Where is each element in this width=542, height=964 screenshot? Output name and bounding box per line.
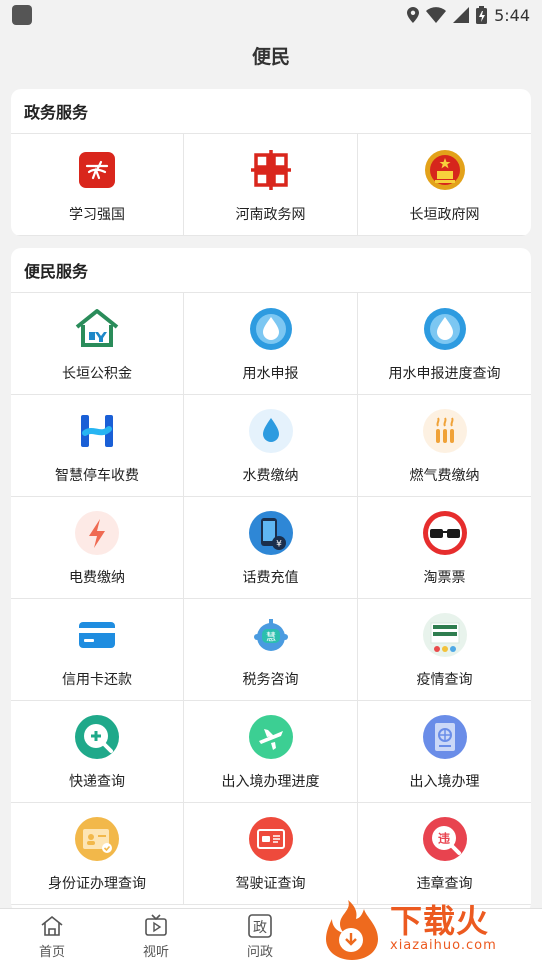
home-icon bbox=[41, 915, 63, 936]
service-label: 长垣公积金 bbox=[62, 365, 132, 382]
service-label: 税务咨询 bbox=[242, 671, 299, 688]
service-label: 出入境办理进度 bbox=[221, 773, 320, 790]
henan-gov-icon bbox=[250, 149, 291, 190]
nav-label: 问政 bbox=[246, 945, 273, 960]
wifi-icon bbox=[426, 7, 447, 23]
service-exit-entry[interactable]: 出入境办理 bbox=[358, 701, 531, 803]
driver-license-icon bbox=[248, 816, 293, 861]
svg-text:¥: ¥ bbox=[276, 539, 282, 549]
service-label: 驾驶证查询 bbox=[235, 875, 306, 892]
service-phone-recharge[interactable]: ¥ 话费充值 bbox=[184, 497, 358, 599]
service-id-card[interactable]: 身份证办理查询 bbox=[11, 803, 184, 905]
status-icons: 5:44 bbox=[407, 6, 530, 25]
service-label: 智慧停车收费 bbox=[55, 467, 139, 484]
nav-wenzheng[interactable]: 政 问政 bbox=[208, 909, 312, 964]
service-housing-fund[interactable]: 长垣公积金 bbox=[11, 293, 184, 395]
express-query-icon bbox=[75, 714, 119, 759]
watermark-cn: 下载火 bbox=[390, 902, 490, 940]
service-label: 信用卡还款 bbox=[62, 671, 132, 688]
passport-icon bbox=[422, 714, 467, 759]
status-time: 5:44 bbox=[494, 5, 530, 25]
national-emblem-icon bbox=[424, 149, 465, 190]
location-icon bbox=[407, 7, 420, 23]
status-bar: 5:44 bbox=[0, 0, 542, 30]
smart-parking-icon bbox=[81, 414, 113, 447]
watermark-en: xiazaihuo.com bbox=[390, 938, 497, 953]
tax-robot-icon: 慧 bbox=[253, 618, 288, 651]
credit-card-icon bbox=[79, 621, 115, 648]
xuexi-qiangguo-icon bbox=[79, 151, 115, 188]
svg-text:违: 违 bbox=[437, 830, 449, 845]
service-label: 水费缴纳 bbox=[242, 467, 299, 484]
watermark: 下载火 xiazaihuo.com bbox=[318, 893, 542, 964]
service-water-report[interactable]: 用水申报 bbox=[184, 293, 358, 395]
service-label: 身份证办理查询 bbox=[48, 875, 146, 892]
epidemic-query-icon bbox=[422, 612, 467, 657]
zheng-icon: 政 bbox=[248, 914, 272, 938]
nav-tv[interactable]: 视听 bbox=[104, 909, 208, 964]
signal-icon bbox=[453, 7, 470, 23]
id-card-icon bbox=[75, 816, 119, 861]
section-title: 便民服务 bbox=[11, 248, 531, 293]
service-label: 违章查询 bbox=[416, 875, 473, 892]
service-taopiaopiao[interactable]: 淘票票 bbox=[358, 497, 531, 599]
violation-icon: 违 bbox=[422, 816, 467, 861]
service-label: 快递查询 bbox=[69, 773, 125, 790]
battery-icon bbox=[476, 6, 488, 24]
electricity-icon bbox=[75, 510, 119, 555]
water-drop-icon bbox=[249, 307, 292, 350]
service-henan-gov[interactable]: 河南政务网 bbox=[184, 134, 358, 236]
service-exit-entry-progress[interactable]: 出入境办理进度 bbox=[184, 701, 358, 803]
service-label: 出入境办理 bbox=[409, 773, 480, 790]
notification-icon bbox=[12, 5, 32, 25]
housing-fund-icon bbox=[75, 308, 119, 347]
service-xuexi-qiangguo[interactable]: 学习强国 bbox=[11, 134, 184, 236]
service-violation[interactable]: 违 违章查询 bbox=[358, 803, 531, 905]
flame-logo-icon bbox=[326, 899, 378, 960]
service-water-fee[interactable]: 水费缴纳 bbox=[184, 395, 358, 497]
airplane-icon bbox=[248, 714, 293, 759]
service-credit-card[interactable]: 信用卡还款 bbox=[11, 599, 184, 701]
nav-label: 视听 bbox=[142, 945, 169, 960]
water-fee-icon bbox=[248, 408, 293, 453]
service-epidemic-query[interactable]: 疫情查询 bbox=[358, 599, 531, 701]
service-label: 用水申报 bbox=[242, 365, 299, 382]
service-tax-consult[interactable]: 慧 税务咨询 bbox=[184, 599, 358, 701]
water-drop-icon bbox=[423, 307, 466, 350]
service-label: 电费缴纳 bbox=[69, 569, 125, 586]
service-label: 用水申报进度查询 bbox=[388, 365, 501, 382]
service-water-progress[interactable]: 用水申报进度查询 bbox=[358, 293, 531, 395]
service-electricity[interactable]: 电费缴纳 bbox=[11, 497, 184, 599]
phone-recharge-icon: ¥ bbox=[248, 510, 293, 555]
nav-label: 首页 bbox=[38, 945, 65, 960]
gas-fee-icon bbox=[422, 408, 467, 453]
service-label: 燃气费缴纳 bbox=[409, 467, 480, 484]
service-label: 淘票票 bbox=[423, 569, 466, 586]
service-label: 话费充值 bbox=[242, 569, 299, 586]
page-title: 便民 bbox=[251, 45, 290, 68]
service-express-query[interactable]: 快递查询 bbox=[11, 701, 184, 803]
gov-services-card: 政务服务 学习强国 河南政务网 长垣政府网 bbox=[11, 89, 531, 236]
service-label: 疫情查询 bbox=[416, 671, 473, 688]
service-gas-fee[interactable]: 燃气费缴纳 bbox=[358, 395, 531, 497]
service-changyuan-gov[interactable]: 长垣政府网 bbox=[358, 134, 531, 236]
service-driver-license[interactable]: 驾驶证查询 bbox=[184, 803, 358, 905]
service-label: 学习强国 bbox=[69, 206, 125, 223]
citizen-services-card: 便民服务 长垣公积金 用水申报 用水申报进度查询 智慧停车收费 水费缴纳 燃气费… bbox=[11, 248, 531, 913]
svg-text:政: 政 bbox=[253, 920, 267, 936]
taopiaopiao-icon bbox=[422, 510, 467, 555]
tv-icon bbox=[145, 914, 167, 936]
nav-home[interactable]: 首页 bbox=[0, 909, 104, 964]
service-label: 河南政务网 bbox=[235, 206, 306, 223]
service-label: 长垣政府网 bbox=[409, 206, 480, 223]
section-title: 政务服务 bbox=[11, 89, 531, 134]
service-smart-parking[interactable]: 智慧停车收费 bbox=[11, 395, 184, 497]
svg-text:慧: 慧 bbox=[266, 630, 276, 643]
